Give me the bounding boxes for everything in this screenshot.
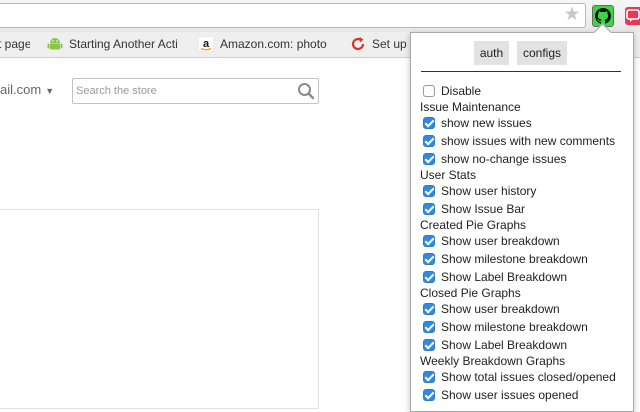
option-checkbox[interactable] (423, 235, 435, 247)
bookmark-star-icon[interactable]: ★ (563, 5, 581, 24)
section-header: User Stats (420, 168, 477, 182)
option-label: Disable (441, 84, 482, 98)
option-label: Show milestone breakdown (441, 320, 588, 334)
section-header: Closed Pie Graphs (420, 286, 521, 300)
option-checkbox[interactable] (423, 117, 435, 129)
option-checkbox[interactable] (423, 185, 435, 197)
divider (421, 71, 621, 72)
bookmark-item[interactable]: t page (0, 36, 30, 53)
option-checkbox[interactable] (423, 303, 435, 315)
option-label: Show user breakdown (441, 234, 560, 248)
option-checkbox[interactable] (423, 371, 435, 383)
option-label: show no-change issues (441, 152, 567, 166)
option-row[interactable]: Show user history (423, 183, 536, 199)
browser-toolbar: ★ (0, 0, 640, 32)
option-row[interactable]: show new issues (423, 115, 532, 131)
caret-down-icon: ▼ (45, 86, 55, 96)
option-row[interactable]: Show Issue Bar (423, 201, 525, 217)
option-label: show issues with new comments (441, 134, 616, 148)
option-row[interactable]: Show user breakdown (423, 233, 560, 249)
option-label: show new issues (441, 116, 532, 130)
bookmark-item[interactable]: Set up (350, 36, 410, 53)
option-checkbox[interactable] (423, 339, 435, 351)
chat-icon (626, 9, 640, 22)
bookmark-item[interactable]: Starting Another Acti (47, 36, 185, 53)
store-search-input[interactable] (76, 82, 286, 100)
option-label: Show Label Breakdown (441, 270, 568, 284)
address-bar[interactable] (0, 3, 586, 28)
disable-option[interactable]: Disable (423, 83, 481, 99)
option-row[interactable]: Show user issues opened (423, 387, 578, 403)
option-checkbox[interactable] (423, 253, 435, 265)
option-checkbox[interactable] (423, 389, 435, 401)
option-label: Show milestone breakdown (441, 252, 588, 266)
option-checkbox[interactable] (423, 203, 435, 215)
option-label: Show total issues closed/opened (441, 370, 616, 384)
second-extension-button[interactable] (625, 7, 640, 25)
android-icon (47, 38, 63, 50)
option-checkbox[interactable] (423, 271, 435, 283)
bookmark-label: Set up (372, 37, 407, 51)
popup-tabs: auth configs (411, 41, 635, 65)
amazon-icon: a (198, 36, 214, 52)
option-label: Show user history (441, 184, 537, 198)
bookmark-label: Amazon.com: photo (220, 37, 327, 51)
option-row[interactable]: Show milestone breakdown (423, 319, 588, 335)
option-checkbox[interactable] (423, 153, 435, 165)
option-row[interactable]: Show total issues closed/opened (423, 369, 616, 385)
github-icon (595, 8, 611, 24)
option-row[interactable]: Show user breakdown (423, 301, 560, 317)
tab-configs[interactable]: configs (517, 41, 567, 65)
bookmark-label: Starting Another Acti (69, 37, 178, 51)
section-header: Weekly Breakdown Graphs (420, 354, 566, 368)
account-email: ail.com (0, 82, 42, 97)
bookmark-label: t page (0, 37, 30, 51)
sync-icon (351, 37, 365, 51)
search-icon[interactable] (297, 82, 315, 100)
store-search-box (72, 78, 319, 104)
section-header: Issue Maintenance (420, 100, 521, 114)
option-checkbox[interactable] (423, 321, 435, 333)
account-switcher[interactable]: ail.com ▼ (0, 82, 54, 97)
option-label: Show Label Breakdown (441, 338, 568, 352)
disable-checkbox[interactable] (423, 85, 435, 97)
option-row[interactable]: Show milestone breakdown (423, 251, 588, 267)
svg-text:a: a (203, 38, 210, 50)
option-row[interactable]: Show Label Breakdown (423, 337, 567, 353)
tab-auth[interactable]: auth (474, 41, 509, 65)
bookmark-item[interactable]: a Amazon.com: photo (198, 36, 336, 53)
option-label: Show Issue Bar (441, 202, 526, 216)
section-header: Created Pie Graphs (420, 218, 527, 232)
option-label: Show user breakdown (441, 302, 560, 316)
option-row[interactable]: show no-change issues (423, 151, 566, 167)
content-card (0, 209, 319, 409)
option-checkbox[interactable] (423, 135, 435, 147)
option-row[interactable]: show issues with new comments (423, 133, 615, 149)
option-row[interactable]: Show Label Breakdown (423, 269, 567, 285)
extension-popup: auth configs Disable Issue Maintenance s… (410, 23, 635, 412)
